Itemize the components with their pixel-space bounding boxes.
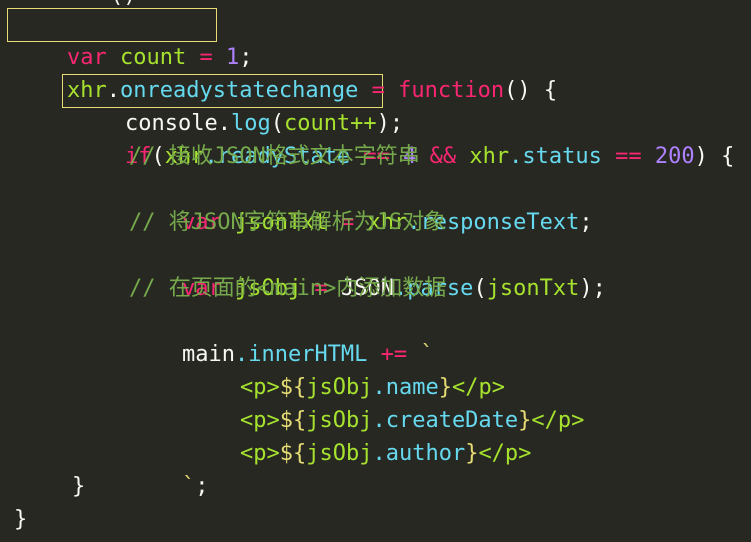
property: .status: [509, 144, 602, 169]
number: 200: [654, 144, 695, 169]
code-comment: // 将JSON字符串解析为JS对象: [129, 210, 447, 235]
identifier: jsonTxt: [486, 276, 580, 301]
punctuation: );: [579, 276, 606, 301]
identifier: xhr: [469, 144, 510, 169]
code-line: <p>${jsObj.name}</p>: [187, 338, 505, 400]
html-tag: </p>: [531, 408, 585, 433]
code-line: var count = 1;: [14, 8, 252, 70]
code-comment: // 在页面的<main>内添加数据: [129, 276, 447, 301]
property: .author: [372, 441, 466, 466]
identifier: jsObj: [306, 441, 373, 466]
punctuation: ;: [195, 474, 209, 499]
punctuation: (: [473, 276, 487, 301]
punctuation: () {: [504, 78, 558, 103]
template-string: `: [181, 474, 196, 499]
keyword: function: [398, 78, 505, 103]
html-tag: </p>: [478, 441, 532, 466]
closing-brace: }: [14, 507, 28, 532]
code-line: <p>${jsObj.author}</p>: [187, 404, 531, 466]
template-expression: }: [465, 441, 479, 466]
code-line: `;: [129, 437, 209, 499]
punctuation: ;: [579, 210, 593, 235]
punctuation: ) {: [694, 144, 735, 169]
code-line: var jsonTxt = xhr.responseText;: [129, 173, 593, 235]
code-line: if(xhr.readyState == 4 && xhr.status == …: [72, 107, 734, 169]
operator: &&: [416, 144, 470, 169]
code-line: main.innerHTML += `: [129, 305, 434, 367]
code-editor[interactable]: () var count = 1; xhr.onreadystatechange…: [0, 0, 751, 542]
closing-brace: }: [72, 474, 86, 499]
code-line: xhr.onreadystatechange = function() {: [14, 41, 557, 103]
template-expression: ${: [279, 441, 307, 466]
code-comment: // 接收JSON格式文本字符串: [129, 144, 420, 169]
partial-code-line: (): [110, 0, 137, 7]
code-line: <p>${jsObj.createDate}</p>: [187, 371, 584, 433]
code-line: console.log(count++);: [72, 74, 403, 136]
operator: ==: [601, 144, 655, 169]
code-line: var jsObj = JSON.parse(jsonTxt);: [129, 239, 606, 301]
html-tag: <p>: [239, 441, 280, 466]
